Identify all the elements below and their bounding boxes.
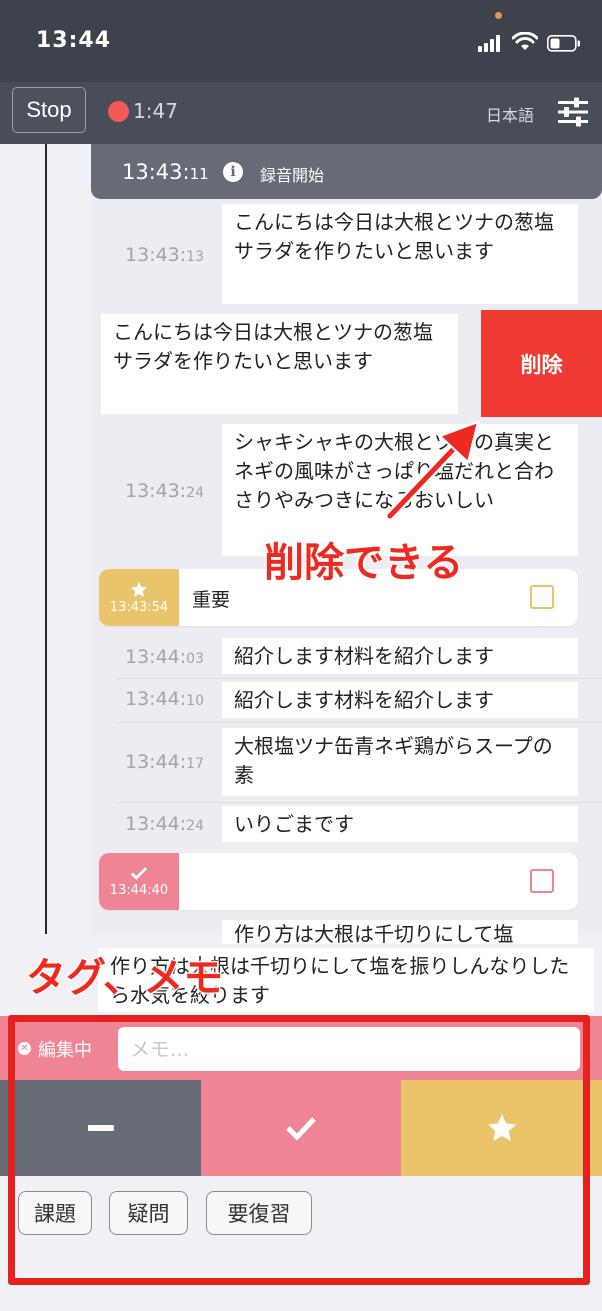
divider [116,802,602,803]
recording-start-label: 録音開始 [260,166,325,185]
elapsed-time: 1:47 [133,99,178,123]
settings-sliders-icon[interactable] [556,96,590,128]
check-icon [130,866,148,880]
entry-timestamp: 13:44:10 [125,688,204,710]
recording-start-time: 13:43:11 [122,160,209,184]
star-tag-time: 13:43:54 [109,599,169,615]
entry-timestamp: 13:44:17 [125,751,204,773]
check-tag-time: 13:44:40 [109,882,169,898]
recording-indicator-icon [108,101,129,122]
star-tag-badge: 13:43:54 [99,569,179,626]
info-icon: i [223,162,243,182]
wifi-icon [512,32,538,50]
star-tag-label: 重要 [192,589,231,611]
privacy-indicator [495,12,502,19]
transcript-entry[interactable]: 作り方は大根は千切りにして塩 [222,920,578,944]
entry-timestamp: 13:44:03 [125,646,204,668]
divider [116,722,602,723]
battery-icon [547,35,580,52]
transcript-entry[interactable]: 大根塩ツナ缶青ネギ鶏がらスープの素 [222,728,578,796]
star-tag-checkbox[interactable] [530,585,554,609]
timeline-track [45,144,47,934]
transcript-entry[interactable]: 紹介します材料を紹介します [222,682,578,718]
entry-timestamp: 13:43:13 [125,244,204,266]
delete-annotation: 削除できる [263,539,464,587]
status-time: 13:44 [36,28,112,53]
star-icon [131,581,147,597]
transcript-entry[interactable]: 紹介します材料を紹介します [222,638,578,674]
check-tag-checkbox[interactable] [530,869,554,893]
swiped-transcript-entry[interactable]: こんにちは今日は大根とツナの葱塩サラダを作りたいと思います [101,314,458,414]
language-selector[interactable]: 日本語 [486,102,534,126]
check-tag-card[interactable]: 13:44:40 [99,853,578,910]
divider [116,678,602,679]
delete-button[interactable]: 削除 [481,310,602,417]
cellular-signal-icon [478,35,500,52]
transcript-entry[interactable]: いりごまです [222,806,578,842]
arrow-annotation-icon [385,420,480,521]
highlight-frame [8,1015,590,1285]
transcript-entry[interactable]: こんにちは今日は大根とツナの葱塩サラダを作りたいと思います [222,204,578,304]
stop-button[interactable]: Stop [12,87,86,133]
tag-memo-annotation: タグ、メモ [25,954,224,1002]
entry-timestamp: 13:44:24 [125,813,204,835]
check-tag-badge: 13:44:40 [99,853,179,910]
entry-timestamp: 13:43:24 [125,480,204,502]
